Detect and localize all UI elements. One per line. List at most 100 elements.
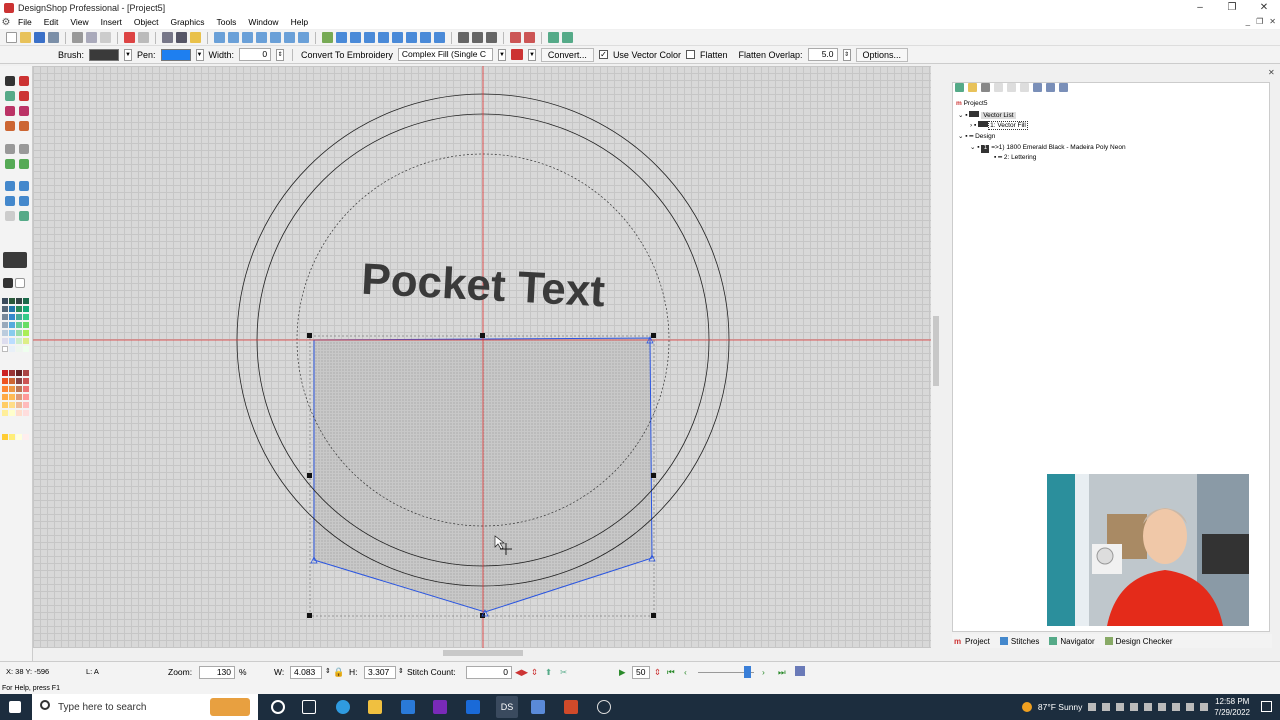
mdi-close-icon[interactable]: ✕: [1269, 17, 1276, 26]
current-color-swatch[interactable]: [3, 252, 27, 268]
zoom-out-icon[interactable]: [228, 32, 239, 43]
palette-swatch[interactable]: [2, 314, 8, 320]
zoom-selection-icon[interactable]: [284, 32, 295, 43]
menu-edit[interactable]: Edit: [38, 17, 65, 27]
convert-button[interactable]: Convert...: [540, 47, 594, 62]
knife-tool-icon[interactable]: [19, 121, 29, 131]
palette-swatch[interactable]: [2, 386, 8, 392]
palette-swatch[interactable]: [2, 346, 8, 352]
tree-vector-fill-node[interactable]: › ▪ 1: Vector Fill: [970, 121, 1028, 130]
palette-swatch[interactable]: [16, 370, 22, 376]
fill-tool-icon[interactable]: [5, 181, 15, 191]
pen-color-swatch[interactable]: [160, 48, 191, 61]
width-input[interactable]: 0: [239, 48, 272, 61]
palette-swatch[interactable]: [16, 298, 22, 304]
tray-icon[interactable]: [1102, 703, 1111, 711]
palette-swatch[interactable]: [9, 434, 15, 440]
palette-swatch[interactable]: [23, 394, 29, 400]
palette-swatch[interactable]: [16, 346, 22, 352]
menu-insert[interactable]: Insert: [95, 17, 128, 27]
menu-tools[interactable]: Tools: [211, 17, 243, 27]
palette-swatch[interactable]: [23, 370, 29, 376]
palette-swatch[interactable]: [2, 434, 8, 440]
palette-swatch[interactable]: [23, 434, 29, 440]
shape-tool-icon[interactable]: [5, 106, 15, 116]
tab-project[interactable]: m Project: [954, 637, 990, 647]
canvas-horizontal-scrollbar[interactable]: [33, 648, 931, 658]
menu-file[interactable]: File: [12, 17, 38, 27]
minimize-button[interactable]: –: [1184, 0, 1216, 15]
palette-swatch[interactable]: [23, 386, 29, 392]
tray-icon[interactable]: [1116, 703, 1125, 711]
tree-lettering-node[interactable]: ▪ ━ 2: Lettering: [994, 153, 1036, 161]
palette-swatch[interactable]: [9, 410, 15, 416]
align-right-icon[interactable]: [392, 32, 403, 43]
open-folder-icon[interactable]: [20, 32, 31, 43]
palette-swatch[interactable]: [9, 298, 15, 304]
palette-swatch[interactable]: [2, 378, 8, 384]
panel-open-icon[interactable]: [968, 83, 977, 92]
send-to-machine-icon[interactable]: [562, 32, 573, 43]
vertical-scroll-thumb[interactable]: [933, 316, 939, 386]
stitch-edit-icon[interactable]: [5, 159, 15, 169]
save-all-icon[interactable]: [48, 32, 59, 43]
node-edit-icon[interactable]: [458, 32, 469, 43]
palette-swatch[interactable]: [23, 314, 29, 320]
zoom-in-icon[interactable]: [214, 32, 225, 43]
palette-swatch[interactable]: [2, 322, 8, 328]
brush-dropdown-icon[interactable]: ▼: [124, 48, 133, 61]
color-black-icon[interactable]: [3, 278, 13, 288]
tab-navigator[interactable]: Navigator: [1049, 637, 1095, 646]
menu-help[interactable]: Help: [285, 17, 314, 27]
panel-save-icon[interactable]: [981, 83, 990, 92]
palette-swatch[interactable]: [9, 394, 15, 400]
zoom-input[interactable]: 130: [199, 666, 235, 679]
flatten-checkbox[interactable]: [685, 50, 695, 59]
grid-icon[interactable]: [336, 32, 347, 43]
tray-icon[interactable]: [1130, 703, 1139, 711]
height-spinner[interactable]: ⇕: [398, 667, 404, 675]
palette-swatch[interactable]: [2, 338, 8, 344]
align-left-icon[interactable]: [364, 32, 375, 43]
width-spinner[interactable]: ⇕: [325, 667, 331, 675]
store-icon[interactable]: [466, 700, 480, 714]
palette-swatch[interactable]: [2, 306, 8, 312]
width-dimension-input[interactable]: 4.083: [290, 666, 322, 679]
no-color-icon[interactable]: [15, 278, 25, 288]
tab-design-checker[interactable]: Design Checker: [1104, 637, 1173, 646]
measure-icon[interactable]: [322, 32, 333, 43]
lock-aspect-icon[interactable]: 🔒: [333, 667, 344, 678]
restore-button[interactable]: ❐: [1216, 0, 1248, 15]
align-center-icon[interactable]: [378, 32, 389, 43]
stitch-select-icon[interactable]: [19, 159, 29, 169]
palette-swatch[interactable]: [2, 410, 8, 416]
tab-stitches[interactable]: Stitches: [999, 637, 1039, 646]
run-tool-icon[interactable]: [5, 196, 15, 206]
task-view-icon[interactable]: [302, 700, 316, 714]
stitch-player-icon[interactable]: [795, 666, 805, 676]
tray-icon[interactable]: [1088, 703, 1097, 711]
trim-icon[interactable]: [524, 32, 535, 43]
play-icon[interactable]: ▶: [619, 667, 626, 678]
design-canvas[interactable]: Pocket Text: [33, 66, 931, 648]
stitch-prev-icon[interactable]: ◀▶: [515, 667, 528, 678]
palette-swatch[interactable]: [16, 322, 22, 328]
palette-swatch[interactable]: [23, 322, 29, 328]
cut-icon[interactable]: [72, 32, 83, 43]
menu-window[interactable]: Window: [242, 17, 284, 27]
palette-swatch[interactable]: [9, 306, 15, 312]
edge-browser-icon[interactable]: [336, 700, 350, 714]
save-icon[interactable]: [34, 32, 45, 43]
copy-icon[interactable]: [86, 32, 97, 43]
brush-color-swatch[interactable]: [89, 48, 120, 61]
weather-text[interactable]: 87°F Sunny: [1038, 702, 1083, 712]
motif-tool-icon[interactable]: [19, 211, 29, 221]
notifications-icon[interactable]: [1261, 701, 1272, 712]
file-explorer-icon[interactable]: [368, 700, 382, 714]
palette-swatch[interactable]: [23, 378, 29, 384]
pen-tool-icon[interactable]: [19, 76, 29, 86]
taskbar-search[interactable]: Type here to search: [32, 694, 258, 720]
palette-swatch[interactable]: [9, 402, 15, 408]
palette-swatch[interactable]: [16, 306, 22, 312]
volume-icon[interactable]: [1200, 703, 1209, 711]
